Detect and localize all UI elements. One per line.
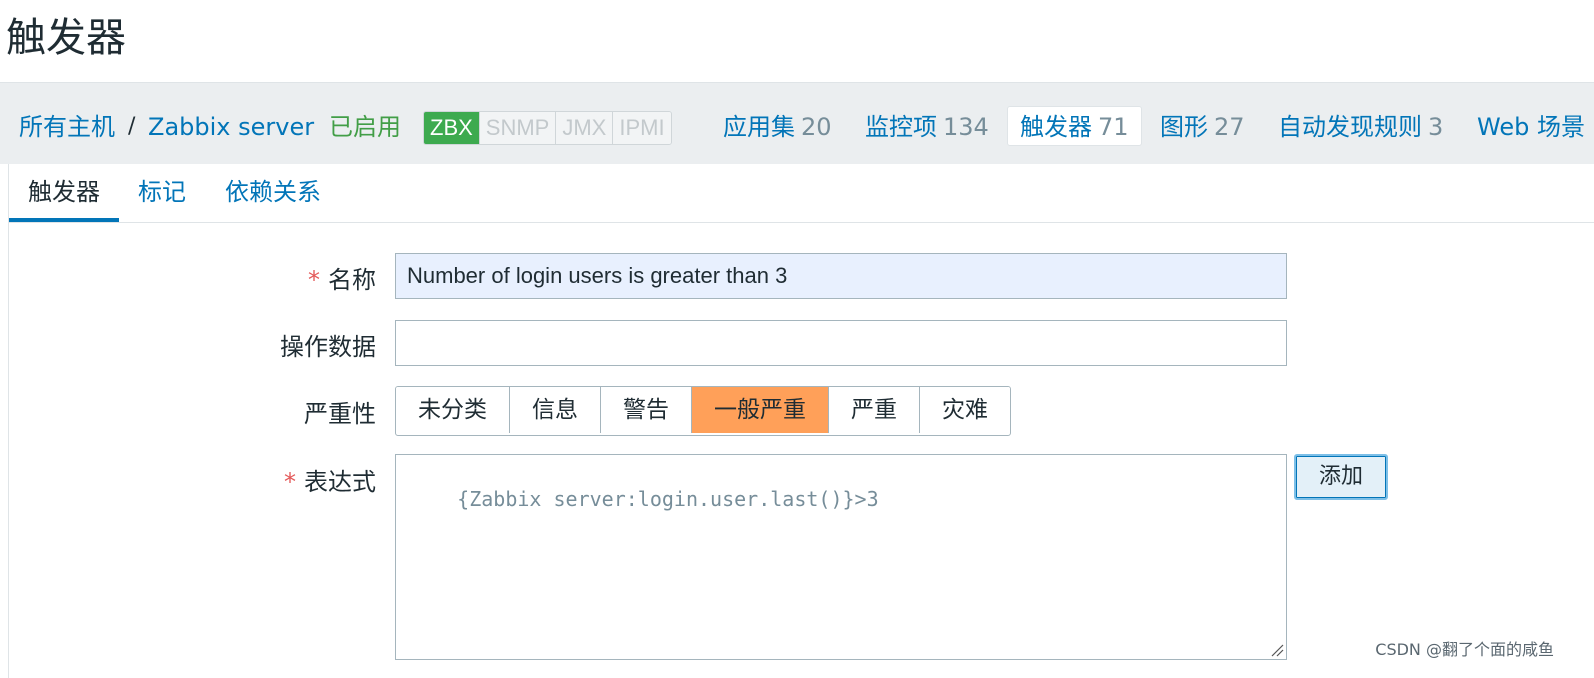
severity-disaster[interactable]: 灾难 [919, 387, 1010, 433]
nav-applications-label: 应用集 [723, 113, 795, 141]
nav-web-scenarios-label: Web 场景 [1477, 113, 1585, 141]
required-mark: * [284, 468, 296, 496]
severity-selector: 未分类 信息 警告 一般严重 严重 灾难 [395, 386, 1011, 436]
breadcrumb-host[interactable]: Zabbix server [148, 83, 314, 163]
expression-label-text: 表达式 [304, 468, 376, 496]
resize-grip-icon[interactable] [1270, 643, 1284, 657]
name-label-text: 名称 [328, 266, 376, 294]
availability-badges: ZBX SNMP JMX IPMI [423, 111, 672, 145]
expression-label: * 表达式 [284, 462, 376, 497]
nav-triggers[interactable]: 触发器 71 [1007, 106, 1142, 146]
tab-tags[interactable]: 标记 [138, 164, 186, 222]
opdata-input[interactable] [395, 320, 1287, 366]
nav-graphs-label: 图形 [1160, 113, 1208, 141]
expression-text: {Zabbix server:login.user.last()}>3 [457, 487, 879, 511]
host-status-enabled[interactable]: 已启用 [329, 83, 401, 163]
nav-triggers-label: 触发器 [1020, 113, 1092, 141]
nav-graphs-count: 27 [1214, 113, 1245, 141]
watermark: CSDN @翻了个面的咸鱼 [1375, 640, 1554, 659]
zbx-badge: ZBX [424, 112, 479, 144]
add-expression-button[interactable]: 添加 [1294, 454, 1388, 500]
ipmi-badge: IPMI [612, 112, 671, 144]
host-navigation-bar: 所有主机 / Zabbix server 已启用 ZBX SNMP JMX IP… [0, 82, 1594, 164]
severity-not-classified[interactable]: 未分类 [396, 387, 509, 433]
form-tabs: 触发器 标记 依赖关系 [9, 164, 1594, 223]
breadcrumb-all-hosts[interactable]: 所有主机 [19, 83, 115, 163]
tab-dependencies[interactable]: 依赖关系 [225, 164, 321, 222]
name-label: * 名称 [308, 260, 376, 295]
severity-high[interactable]: 严重 [828, 387, 919, 433]
opdata-label: 操作数据 [280, 333, 376, 361]
nav-discovery-rules-count: 3 [1428, 113, 1444, 141]
nav-applications[interactable]: 应用集 20 [723, 83, 832, 163]
required-mark: * [308, 266, 320, 294]
nav-triggers-count: 71 [1098, 113, 1129, 141]
nav-graphs[interactable]: 图形 27 [1160, 83, 1245, 163]
severity-label: 严重性 [304, 400, 376, 428]
trigger-form-card: 触发器 标记 依赖关系 * 名称 Number of login users is… [8, 164, 1594, 678]
nav-discovery-rules-label: 自动发现规则 [1278, 113, 1422, 141]
severity-average[interactable]: 一般严重 [691, 387, 828, 433]
nav-items[interactable]: 监控项 134 [865, 83, 989, 163]
snmp-badge: SNMP [478, 112, 556, 144]
tab-trigger[interactable]: 触发器 [9, 164, 119, 222]
severity-information[interactable]: 信息 [509, 387, 600, 433]
nav-items-count: 134 [943, 113, 989, 141]
page-title: 触发器 [6, 15, 126, 61]
name-input[interactable]: Number of login users is greater than 3 [395, 253, 1287, 299]
breadcrumb-separator: / [128, 114, 136, 139]
nav-applications-count: 20 [801, 113, 832, 141]
expression-textarea[interactable]: {Zabbix server:login.user.last()}>3 [395, 454, 1287, 660]
severity-warning[interactable]: 警告 [600, 387, 691, 433]
nav-discovery-rules[interactable]: 自动发现规则 3 [1278, 83, 1443, 163]
jmx-badge: JMX [555, 112, 613, 144]
nav-items-label: 监控项 [865, 113, 937, 141]
nav-web-scenarios[interactable]: Web 场景 [1477, 83, 1585, 163]
